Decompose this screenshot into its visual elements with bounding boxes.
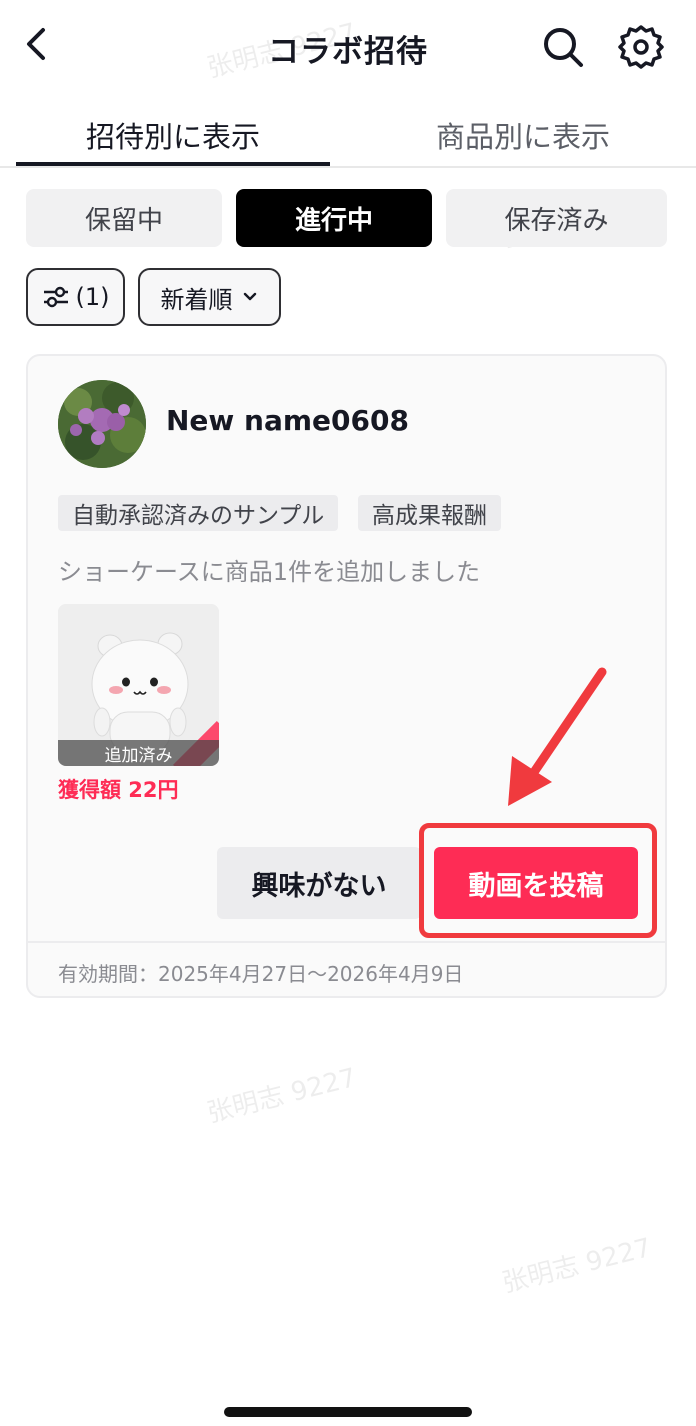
card-description: ショーケースに商品1件を追加しました (58, 558, 481, 586)
segment-saved[interactable]: 保存済み (446, 189, 667, 247)
tab-by-product[interactable]: 商品別に表示 (366, 100, 680, 166)
sort-label: 新着順 (160, 285, 233, 314)
watermark: 张明志 9227 (499, 1232, 655, 1299)
avatar[interactable] (58, 380, 146, 468)
divider (28, 941, 665, 943)
validity-period: 有効期間：2025年4月27日～2026年4月9日 (58, 962, 464, 986)
settings-button[interactable] (616, 22, 666, 72)
filter-button[interactable]: (1) (26, 268, 125, 326)
active-tab-indicator (16, 162, 330, 166)
creator-name: New name0608 (166, 404, 409, 437)
chevron-down-icon (243, 292, 256, 301)
screen: 张明志 9227 张明志 9227 张明志 9227 张明志 9227 张明志 … (0, 0, 696, 1426)
search-icon (544, 28, 583, 67)
filter-count: (1) (75, 283, 110, 311)
page-title: コラボ招待 (268, 34, 428, 70)
segment-pending[interactable]: 保留中 (26, 189, 222, 247)
sliders-icon (43, 286, 68, 308)
view-tabs: 招待別に表示 商品別に表示 (0, 100, 696, 168)
product-thumbnail[interactable]: 追加済み (58, 604, 219, 766)
segment-in-progress[interactable]: 進行中 (236, 189, 432, 247)
gear-icon (618, 25, 664, 69)
earnings-amount: 獲得額 22円 (58, 778, 179, 802)
tab-by-invitation[interactable]: 招待別に表示 (16, 100, 330, 166)
annotation-highlight-box (419, 823, 657, 938)
header: コラボ招待 (0, 0, 696, 95)
tag-auto-approved: 自動承認済みのサンプル (58, 495, 339, 531)
tag-high-commission: 高成果報酬 (358, 495, 501, 531)
annotation-arrow (508, 667, 607, 806)
sort-dropdown[interactable]: 新着順 (138, 268, 281, 326)
search-button[interactable] (540, 24, 586, 70)
added-label: 追加済み (58, 740, 219, 766)
not-interested-button[interactable]: 興味がない (217, 847, 421, 919)
home-indicator (224, 1407, 472, 1417)
watermark: 张明志 9227 (204, 1062, 360, 1129)
